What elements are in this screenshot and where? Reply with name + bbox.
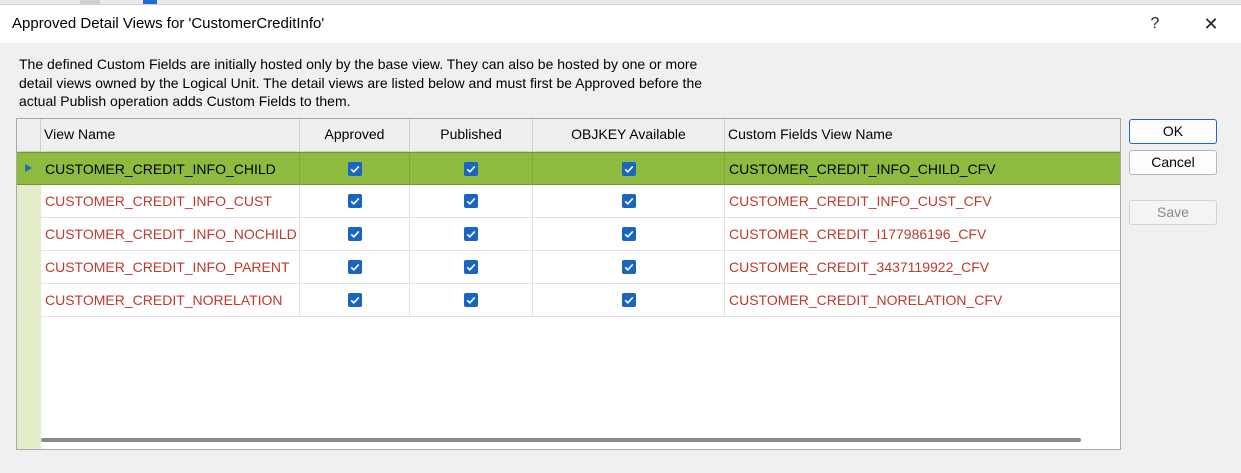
horizontal-scrollbar[interactable] bbox=[41, 438, 1081, 442]
objkey-available-checkbox-cell bbox=[533, 185, 725, 217]
published-checkbox[interactable] bbox=[464, 260, 478, 275]
row-header[interactable] bbox=[17, 284, 41, 316]
approved-checkbox[interactable] bbox=[347, 227, 362, 242]
dialog-window: Approved Detail Views for 'CustomerCredi… bbox=[0, 4, 1241, 473]
view-name-cell[interactable]: CUSTOMER_CREDIT_INFO_NOCHILD bbox=[41, 218, 300, 250]
table-row[interactable]: CUSTOMER_CREDIT_INFO_CUST CUSTOMER_CREDIT… bbox=[17, 185, 1120, 218]
approved-checkbox-cell bbox=[300, 284, 410, 316]
column-header-published[interactable]: Published bbox=[410, 119, 533, 151]
table-row[interactable]: CUSTOMER_CREDIT_INFO_CHILD CUSTOMER_CREDI… bbox=[17, 152, 1120, 185]
row-header[interactable] bbox=[17, 218, 41, 250]
objkey-available-checkbox[interactable] bbox=[621, 227, 636, 242]
approved-checkbox[interactable] bbox=[347, 162, 362, 177]
row-header[interactable] bbox=[17, 153, 41, 184]
objkey-available-checkbox[interactable] bbox=[621, 194, 636, 209]
column-header-custom-fields-view-name[interactable]: Custom Fields View Name bbox=[725, 119, 1120, 151]
approved-checkbox-cell bbox=[300, 218, 410, 250]
approved-checkbox[interactable] bbox=[347, 293, 362, 308]
custom-fields-view-name-cell[interactable]: CUSTOMER_CREDIT_INFO_CUST_CFV bbox=[725, 185, 1120, 217]
published-checkbox-cell bbox=[410, 153, 533, 185]
help-button[interactable]: ? bbox=[1140, 9, 1170, 39]
view-name-cell[interactable]: CUSTOMER_CREDIT_INFO_CHILD bbox=[41, 153, 300, 185]
approved-checkbox[interactable] bbox=[347, 260, 362, 275]
custom-fields-view-name-cell[interactable]: CUSTOMER_CREDIT_I177986196_CFV bbox=[725, 218, 1120, 250]
column-header-objkey-available[interactable]: OBJKEY Available bbox=[533, 119, 725, 151]
custom-fields-view-name-cell[interactable]: CUSTOMER_CREDIT_NORELATION_CFV bbox=[725, 284, 1120, 316]
published-checkbox[interactable] bbox=[464, 227, 478, 242]
ok-button[interactable]: OK bbox=[1129, 119, 1217, 144]
row-header[interactable] bbox=[17, 185, 41, 217]
custom-fields-view-name-cell[interactable]: CUSTOMER_CREDIT_3437119922_CFV bbox=[725, 251, 1120, 283]
save-button: Save bbox=[1129, 200, 1217, 225]
close-button[interactable]: ✕ bbox=[1196, 9, 1226, 39]
published-checkbox-cell bbox=[410, 284, 533, 316]
published-checkbox[interactable] bbox=[464, 162, 478, 177]
cancel-button[interactable]: Cancel bbox=[1129, 150, 1217, 175]
column-header-view-name[interactable]: View Name bbox=[41, 119, 300, 151]
detail-views-grid[interactable]: View Name Approved Published OBJKEY Avai… bbox=[16, 118, 1121, 450]
view-name-cell[interactable]: CUSTOMER_CREDIT_NORELATION bbox=[41, 284, 300, 316]
published-checkbox-cell bbox=[410, 218, 533, 250]
view-name-cell[interactable]: CUSTOMER_CREDIT_INFO_PARENT bbox=[41, 251, 300, 283]
dialog-title: Approved Detail Views for 'CustomerCredi… bbox=[12, 15, 325, 32]
approved-checkbox-cell bbox=[300, 153, 410, 185]
description-text: The defined Custom Fields are initially … bbox=[19, 56, 703, 109]
objkey-available-checkbox[interactable] bbox=[621, 260, 636, 275]
objkey-available-checkbox-cell bbox=[533, 284, 725, 316]
published-checkbox-cell bbox=[410, 185, 533, 217]
objkey-available-checkbox[interactable] bbox=[621, 293, 636, 308]
view-name-cell[interactable]: CUSTOMER_CREDIT_INFO_CUST bbox=[41, 185, 300, 217]
objkey-available-checkbox-cell bbox=[533, 251, 725, 283]
custom-fields-view-name-cell[interactable]: CUSTOMER_CREDIT_INFO_CHILD_CFV bbox=[725, 153, 1120, 185]
table-row[interactable]: CUSTOMER_CREDIT_INFO_NOCHILD CUSTOMER_CRE… bbox=[17, 218, 1120, 251]
row-header[interactable] bbox=[17, 251, 41, 283]
current-row-arrow-icon bbox=[25, 164, 32, 172]
published-checkbox[interactable] bbox=[464, 194, 478, 209]
table-row[interactable]: CUSTOMER_CREDIT_INFO_PARENT CUSTOMER_CRED… bbox=[17, 251, 1120, 284]
header-corner bbox=[17, 119, 41, 151]
grid-header: View Name Approved Published OBJKEY Avai… bbox=[17, 119, 1120, 152]
approved-checkbox-cell bbox=[300, 251, 410, 283]
published-checkbox-cell bbox=[410, 251, 533, 283]
objkey-available-checkbox[interactable] bbox=[621, 162, 636, 177]
title-bar: Approved Detail Views for 'CustomerCredi… bbox=[0, 5, 1241, 43]
column-header-approved[interactable]: Approved bbox=[300, 119, 410, 151]
published-checkbox[interactable] bbox=[464, 293, 478, 308]
approved-checkbox[interactable] bbox=[347, 194, 362, 209]
objkey-available-checkbox-cell bbox=[533, 153, 725, 185]
table-row[interactable]: CUSTOMER_CREDIT_NORELATION CUSTOMER_CREDI… bbox=[17, 284, 1120, 317]
approved-checkbox-cell bbox=[300, 185, 410, 217]
objkey-available-checkbox-cell bbox=[533, 218, 725, 250]
